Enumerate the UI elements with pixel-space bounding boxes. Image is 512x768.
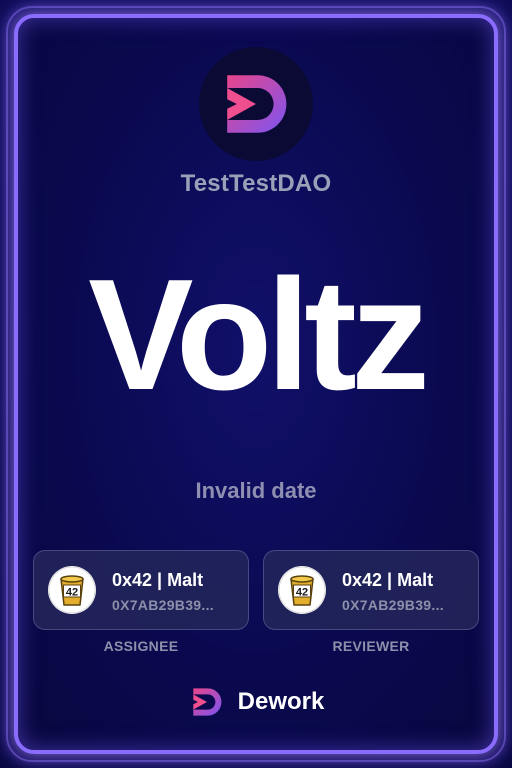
reviewer-address: 0X7AB29B39... — [342, 597, 444, 613]
brand-footer: Dework — [0, 682, 512, 722]
nft-card: TestTestDAO Voltz Invalid date 42 0x42 |… — [0, 0, 512, 768]
task-date: Invalid date — [195, 478, 317, 503]
reviewer-role-label: REVIEWER — [332, 638, 410, 654]
trash-can-avatar-icon: 42 — [48, 566, 96, 614]
assignee-avatar: 42 — [48, 566, 96, 614]
reviewer-name: 0x42 | Malt — [342, 570, 434, 590]
task-title: Voltz — [88, 247, 430, 423]
reviewer-avatar: 42 — [278, 566, 326, 614]
assignee-address: 0X7AB29B39... — [112, 597, 214, 613]
organization-name: TestTestDAO — [180, 170, 332, 197]
assignee-name: 0x42 | Malt — [112, 570, 204, 590]
assignee-role-label: ASSIGNEE — [103, 638, 179, 654]
assignee-card: 42 0x42 | Malt 0X7AB29B39... — [33, 550, 249, 630]
organization-logo — [199, 47, 313, 161]
dework-logo-icon — [227, 75, 287, 133]
assignee-avatar-label: 42 — [66, 587, 78, 599]
reviewer-card: 42 0x42 | Malt 0X7AB29B39... — [263, 550, 479, 630]
brand-name: Dework — [237, 688, 325, 715]
reviewer-avatar-label: 42 — [296, 587, 308, 599]
trash-can-avatar-icon: 42 — [278, 566, 326, 614]
dework-logo-icon — [192, 688, 222, 716]
